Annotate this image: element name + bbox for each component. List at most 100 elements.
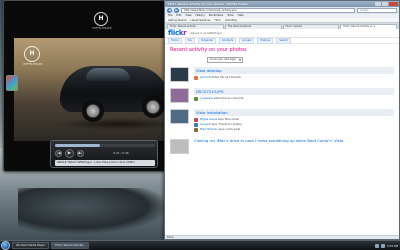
- tab-active[interactable]: Flickr: Recent activity on y...: [340, 24, 397, 29]
- system-tray: 3:34 PM: [374, 243, 400, 248]
- activity-comment: Miguel Llanes says: Nice shots!: [194, 118, 394, 122]
- activity-item: Vista desktop Joel Hoff added this as a …: [170, 67, 394, 82]
- now-playing-label: SINGLE TRACK Heffelfinger - Lotus Elise …: [55, 160, 155, 166]
- flickr-logo[interactable]: flickr: [168, 29, 187, 37]
- start-button[interactable]: [1, 241, 10, 250]
- nav-organize[interactable]: Organize: [198, 37, 216, 44]
- comment-body: added this as a favorite: [211, 76, 241, 79]
- activity-item: Vista Installation Miguel Llanes says: N…: [170, 109, 394, 133]
- clock[interactable]: 3:34 PM: [387, 244, 398, 248]
- comment-author-link[interactable]: a.bryant: [200, 123, 211, 126]
- flickr-logo-blue: flick: [168, 29, 184, 37]
- volume-icon[interactable]: [380, 243, 385, 248]
- signed-in-status: Signed in as heffelfinger: [190, 31, 222, 35]
- photo-thumbnail[interactable]: [170, 139, 189, 154]
- tab-strip: Flickr: Recent activity The Vista Cookbo…: [165, 23, 399, 29]
- comment-body: added this as a favorite: [213, 97, 244, 100]
- nav-groups[interactable]: Groups: [239, 37, 255, 44]
- car-front-wheel: [82, 100, 104, 122]
- browser-window: Flickr: Recent activity on your photos -…: [164, 0, 400, 240]
- nav-explore[interactable]: Explore: [257, 37, 274, 44]
- car-rear-wheel: [142, 96, 164, 118]
- flickr-logo-pink: r: [183, 29, 187, 37]
- maximize-button[interactable]: [382, 2, 388, 6]
- photo-title-link[interactable]: Vista Installation: [194, 109, 394, 116]
- transport-row: |◀ ▶ ▶| 0:21 / 0:46: [55, 148, 155, 158]
- close-window-button[interactable]: [389, 2, 398, 6]
- photo-title-link[interactable]: Vista desktop: [194, 67, 394, 74]
- browser-titlebar[interactable]: Flickr: Recent activity on your photos -…: [165, 1, 399, 7]
- photo-thumbnail[interactable]: [170, 67, 189, 82]
- comment-author-link[interactable]: Brad Hickman: [200, 128, 218, 131]
- tab[interactable]: Flickr: Upload: [282, 24, 340, 29]
- player-logo-icon: H: [94, 12, 108, 26]
- bookmark-item[interactable]: Flickr: [214, 18, 220, 22]
- photo-title-link[interactable]: Cloning my iMac's drive in case I mess s…: [194, 139, 394, 144]
- buddy-icon[interactable]: [194, 76, 198, 80]
- comment-author-link[interactable]: Miguel Llanes: [200, 118, 217, 121]
- nav-home[interactable]: Home: [168, 37, 182, 44]
- photo-title-link[interactable]: DSC07243.JPG: [194, 88, 394, 95]
- comment-text: Brad Hickman says: Looks great: [200, 128, 240, 131]
- bookmark-item[interactable]: Getting Started: [168, 18, 186, 22]
- network-icon[interactable]: [374, 243, 379, 248]
- comment-author-link[interactable]: Joel Hoff: [200, 76, 210, 79]
- activity-comment: Joel Hoff added this as a favorite: [194, 76, 394, 80]
- video-logo-icon: H: [24, 46, 40, 62]
- buddy-icon[interactable]: [194, 123, 198, 127]
- comment-body: says: Looks great: [218, 128, 241, 131]
- bookmark-item[interactable]: Latest Headlines: [190, 18, 210, 22]
- activity-item: DSC07243.JPG cycleparts added this as a …: [170, 88, 394, 103]
- play-button[interactable]: ▶: [65, 148, 74, 158]
- comment-text: cycleparts added this as a favorite: [200, 97, 243, 100]
- menu-item-help[interactable]: Help: [238, 14, 244, 18]
- desktop-rock: [18, 188, 168, 234]
- buddy-icon[interactable]: [194, 118, 198, 122]
- comment-text: Miguel Llanes says: Nice shots!: [200, 118, 239, 121]
- previous-button[interactable]: |◀: [55, 149, 62, 157]
- activity-comment: a.bryant says: Thanks for posting: [194, 123, 394, 127]
- search-input[interactable]: Google: [357, 8, 397, 13]
- url-field[interactable]: http://www.flickr.com/recent_activity.gn…: [181, 8, 355, 13]
- playback-time: 0:21 / 0:46: [113, 151, 129, 155]
- nav-search[interactable]: Search: [276, 37, 292, 44]
- taskbar: Windows Media Player Flickr: Recent acti…: [0, 240, 400, 250]
- player-controls: |◀ ▶ ▶| 0:21 / 0:46 SINGLE TRACK Heffelf…: [50, 140, 158, 168]
- window-buttons: [375, 2, 398, 6]
- activity-comment: Brad Hickman says: Looks great: [194, 128, 394, 132]
- previous-media-thumbnail[interactable]: [6, 75, 18, 91]
- bookmark-item[interactable]: Vista Blog: [225, 18, 237, 22]
- nav-contacts[interactable]: Contacts: [218, 37, 237, 44]
- nav-you[interactable]: You: [184, 37, 196, 44]
- activity-body: Cloning my iMac's drive in case I mess s…: [194, 139, 394, 154]
- activity-filter-select[interactable]: since your last login: [207, 57, 244, 63]
- car-windshield: [86, 68, 130, 81]
- status-bar: Done: [165, 235, 399, 239]
- next-button[interactable]: ▶|: [77, 149, 84, 157]
- buddy-icon[interactable]: [194, 97, 198, 101]
- comment-text: Joel Hoff added this as a favorite: [200, 76, 241, 79]
- activity-item: Cloning my iMac's drive in case I mess s…: [170, 139, 394, 154]
- photo-thumbnail[interactable]: [170, 88, 189, 103]
- player-logo-text: HEFFELFINGER: [92, 27, 112, 30]
- seek-bar[interactable]: [55, 144, 155, 147]
- activity-body: Vista desktop Joel Hoff added this as a …: [194, 67, 394, 82]
- activity-comment: cycleparts added this as a favorite: [194, 97, 394, 101]
- back-icon[interactable]: ◀: [167, 8, 172, 13]
- forward-icon[interactable]: ▶: [174, 8, 179, 13]
- comment-body: says: Nice shots!: [217, 118, 240, 121]
- comment-body: says: Thanks for posting: [211, 123, 242, 126]
- taskbar-button-media-player[interactable]: Windows Media Player: [12, 242, 50, 249]
- minimize-button[interactable]: [375, 2, 381, 6]
- photo-thumbnail[interactable]: [170, 109, 189, 124]
- buddy-icon[interactable]: [194, 128, 198, 132]
- tab[interactable]: The Vista Cookbook: [224, 24, 282, 29]
- seek-bar-fill: [55, 144, 100, 147]
- browser-title: Flickr: Recent activity on your photos -…: [168, 2, 249, 6]
- taskbar-button-browser[interactable]: Flickr: Recent activity...: [51, 242, 90, 249]
- activity-body: Vista Installation Miguel Llanes says: N…: [194, 109, 394, 133]
- comment-author-link[interactable]: cycleparts: [200, 97, 213, 100]
- activity-content: Recent activity on your photos since you…: [165, 44, 399, 154]
- address-toolbar: ◀ ▶ http://www.flickr.com/recent_activit…: [165, 7, 399, 14]
- video-logo-text: HEFFELFINGER: [23, 63, 43, 66]
